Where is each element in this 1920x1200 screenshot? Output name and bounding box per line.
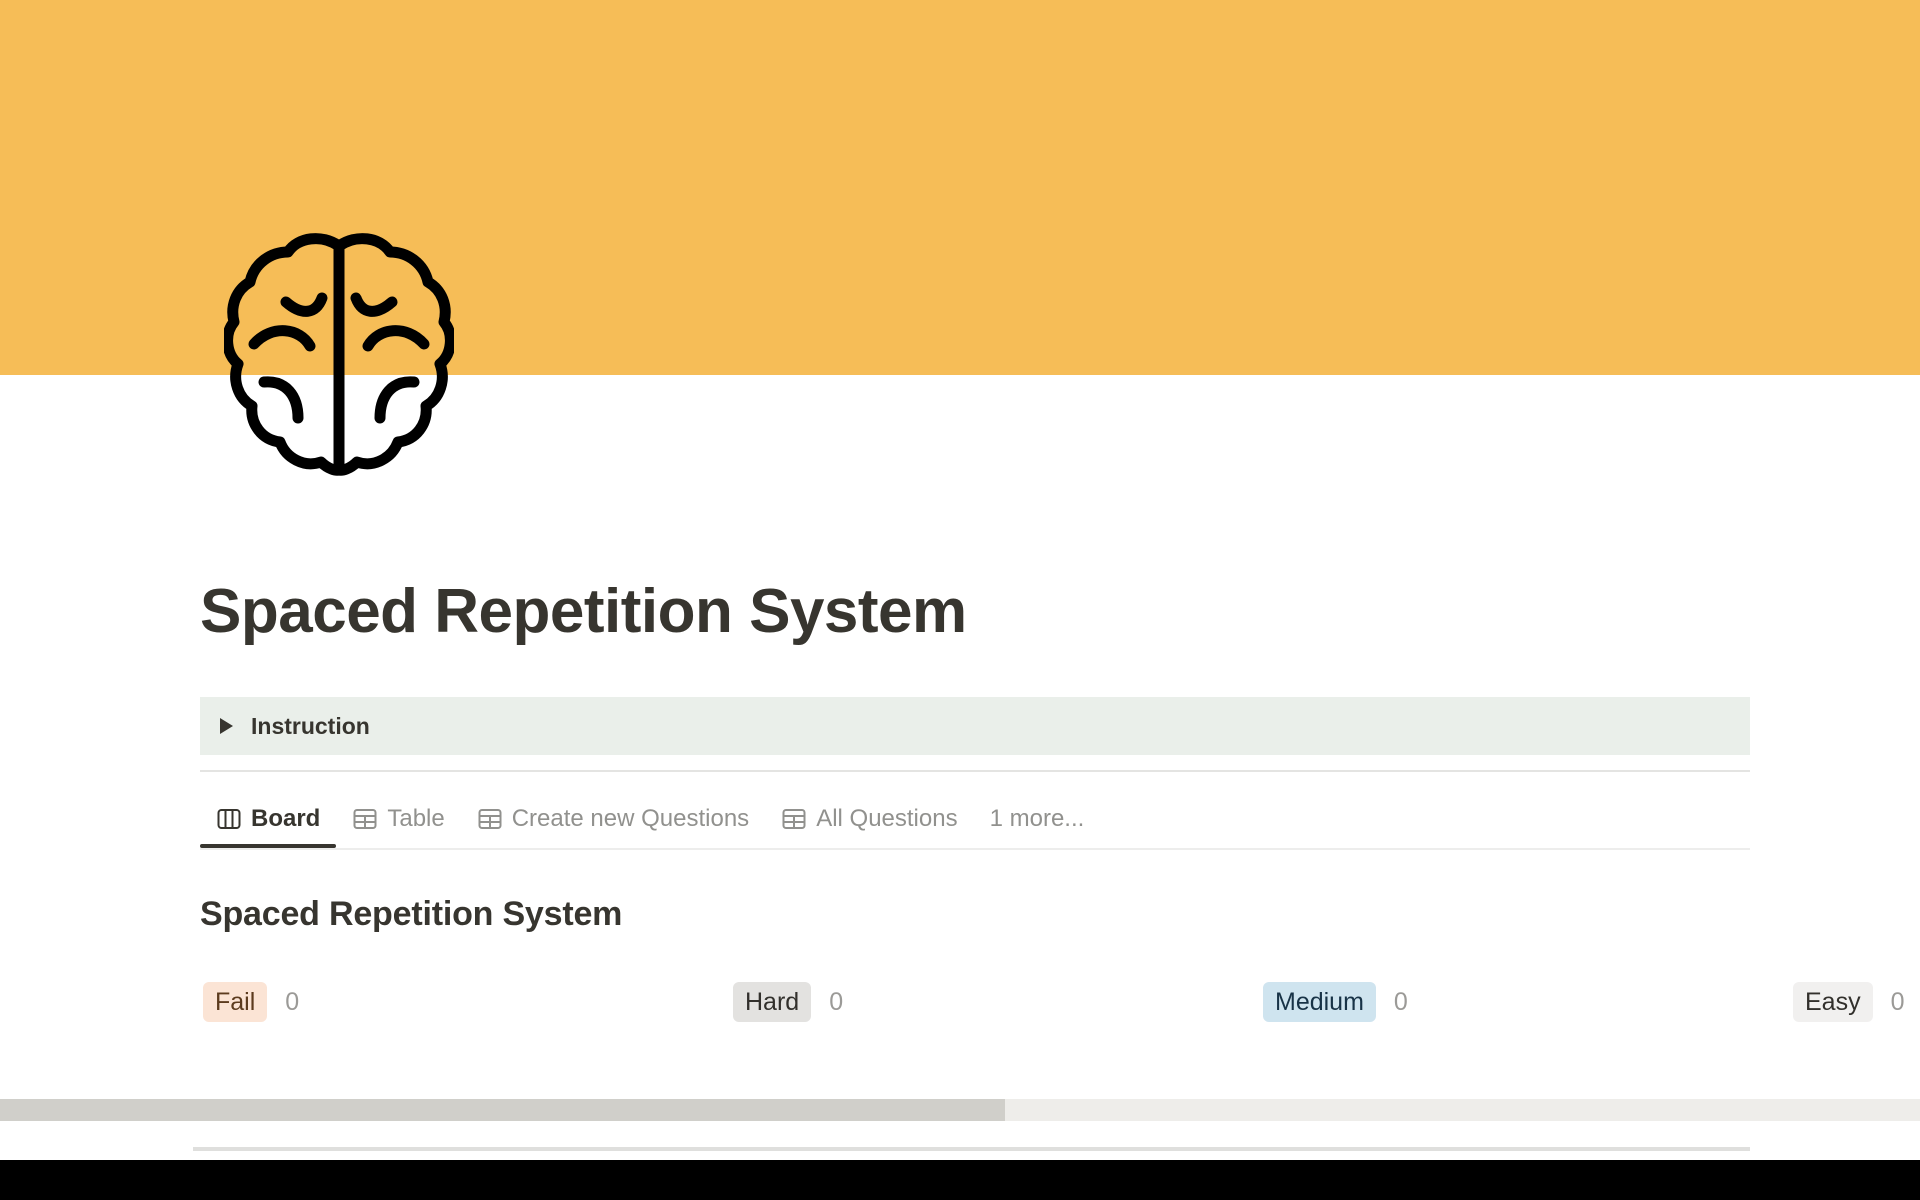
- board-column-medium[interactable]: Medium 0: [1260, 972, 1790, 1032]
- board-column-fail[interactable]: Fail 0: [200, 972, 730, 1032]
- tab-create-new-questions-label: Create new Questions: [511, 805, 750, 832]
- page-title[interactable]: Spaced Repetition System: [200, 577, 967, 646]
- tab-create-new-questions[interactable]: Create new Questions: [461, 790, 765, 848]
- instruction-toggle-block[interactable]: Instruction: [200, 697, 1750, 755]
- tab-board[interactable]: Board: [200, 790, 337, 848]
- board-title: Spaced Repetition System: [200, 895, 623, 933]
- instruction-toggle-label: Instruction: [251, 712, 370, 739]
- status-badge: Fail: [203, 982, 268, 1022]
- table-icon: [477, 806, 503, 832]
- table-icon: [781, 806, 807, 832]
- board-columns: Fail 0 Hard 0 Medium 0 Easy 0: [200, 972, 1920, 1032]
- horizontal-scrollbar-thumb[interactable]: [0, 1099, 1005, 1121]
- column-count: 0: [829, 987, 844, 1016]
- triangle-right-icon[interactable]: [213, 713, 239, 739]
- horizontal-scrollbar-track[interactable]: [0, 1099, 1920, 1121]
- divider-below-board: [193, 1147, 1750, 1151]
- table-icon: [352, 806, 378, 832]
- board-icon: [216, 806, 242, 832]
- notion-page: Spaced Repetition System Instruction Boa…: [0, 0, 1920, 1200]
- status-badge: Easy: [1793, 982, 1873, 1022]
- status-badge: Medium: [1263, 982, 1376, 1022]
- tab-table-label: Table: [387, 805, 445, 832]
- tab-table[interactable]: Table: [336, 790, 460, 848]
- database-view-tabs: Board Table Create new Questions All Que…: [200, 790, 1750, 848]
- column-count: 0: [1393, 987, 1408, 1016]
- divider-below-tabs: [200, 848, 1750, 850]
- tab-all-questions[interactable]: All Questions: [765, 790, 973, 848]
- brain-icon[interactable]: [224, 228, 454, 476]
- status-badge: Hard: [733, 982, 812, 1022]
- column-count: 0: [285, 987, 300, 1016]
- board-column-hard[interactable]: Hard 0: [730, 972, 1260, 1032]
- tab-all-questions-label: All Questions: [816, 805, 958, 832]
- tabs-more-button[interactable]: 1 more...: [974, 790, 1101, 848]
- tab-board-label: Board: [251, 805, 321, 832]
- divider-above-tabs: [200, 770, 1750, 772]
- column-count: 0: [1890, 987, 1905, 1016]
- bottom-bar: [0, 1160, 1920, 1200]
- board-column-easy[interactable]: Easy 0: [1790, 972, 1920, 1032]
